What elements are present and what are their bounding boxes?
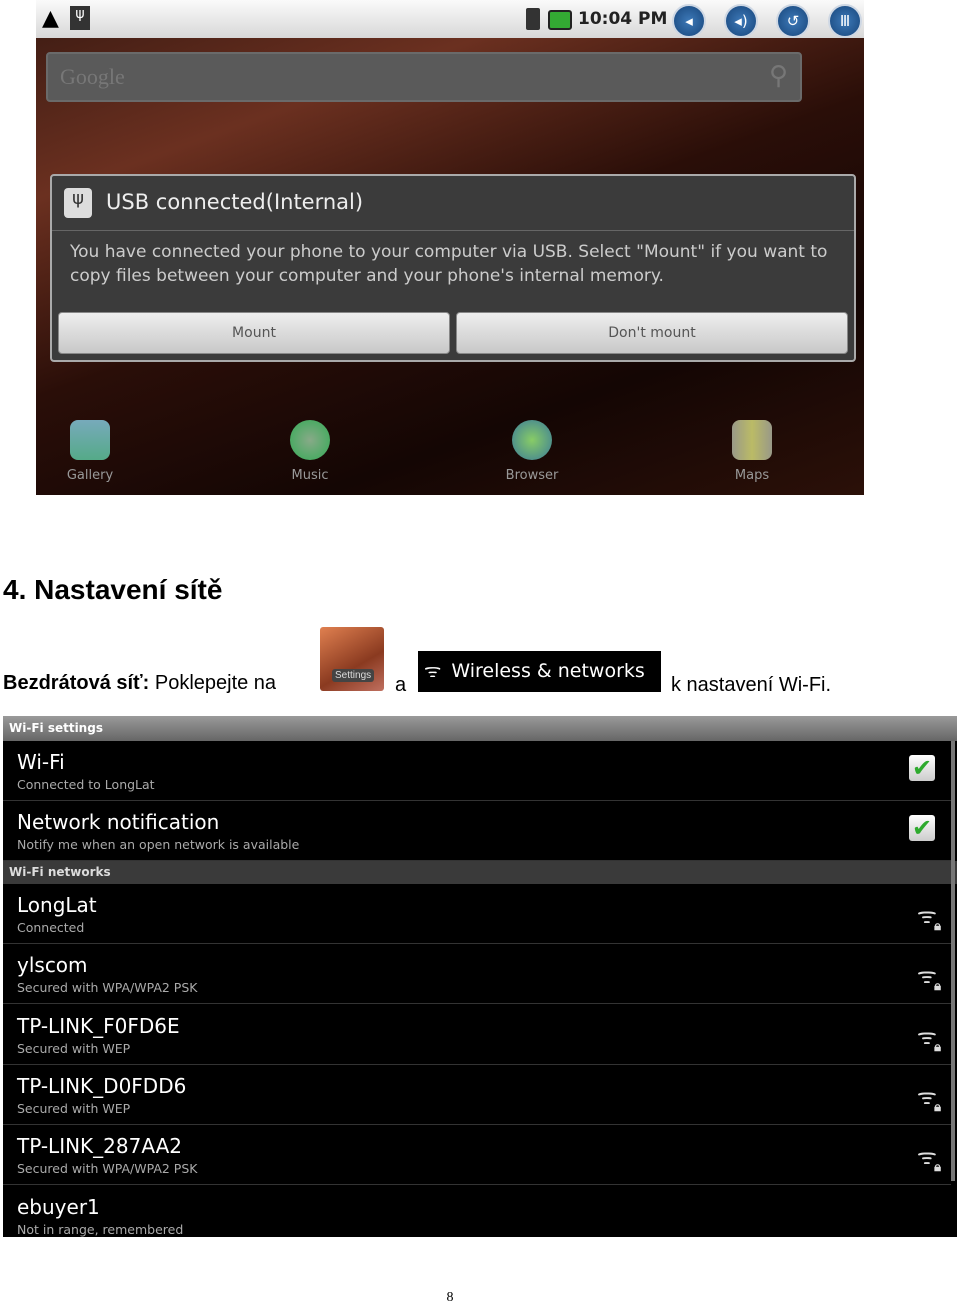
wifi-networks-header: Wi-Fi networks [3, 861, 957, 884]
search-icon[interactable]: ⚲ [769, 60, 788, 91]
wifi-lock-icon: ᯤ 🔒︎ [916, 1084, 941, 1115]
wifi-checkbox[interactable]: ✔ [909, 755, 935, 781]
app-maps[interactable]: Maps [712, 420, 792, 483]
status-bar: ▲ ψ 10:04 PM ◂ ◂) ↺ Ⅲ [36, 0, 864, 38]
browser-icon [512, 420, 552, 460]
wifi-lock-icon: ᯤ 🔒︎ [916, 1145, 941, 1176]
notification-checkbox[interactable]: ✔ [909, 815, 935, 841]
wifi-lock-icon: ᯤ 🔒︎ [916, 904, 941, 934]
network-notification-row[interactable]: Network notification Notify me when an op… [3, 801, 951, 861]
app-gallery[interactable]: Gallery [50, 420, 130, 483]
usb-icon: ψ [70, 6, 90, 30]
volume-down-icon[interactable]: ◂ [672, 4, 706, 38]
clock: 10:04 PM [578, 9, 668, 29]
scrollbar[interactable] [951, 741, 955, 1181]
wifi-icon: ᯤ [424, 660, 442, 682]
page-number: 8 [446, 1290, 454, 1305]
usb-icon: ψ [64, 188, 92, 218]
search-placeholder: Google [60, 64, 125, 89]
dont-mount-button[interactable]: Don't mount [456, 312, 848, 354]
network-row[interactable]: TP-LINK_F0FD6E Secured with WEP ᯤ 🔒︎ [3, 1005, 951, 1065]
usb-dialog-screenshot: ▲ ψ 10:04 PM ◂ ◂) ↺ Ⅲ Google ⚲ ψ USB con… [36, 0, 864, 495]
maps-icon [732, 420, 772, 460]
dialog-message: You have connected your phone to your co… [70, 242, 828, 286]
app-browser[interactable]: Browser [492, 420, 572, 483]
warning-icon: ▲ [42, 6, 59, 31]
network-row[interactable]: TP-LINK_287AA2 Secured with WPA/WPA2 PSK ᯤ… [3, 1125, 951, 1186]
dialog-title: USB connected(Internal) [106, 190, 364, 214]
wifi-settings-screenshot: Wi-Fi settings Wi-Fi Connected to LongLat… [3, 716, 957, 1237]
search-bar[interactable]: Google ⚲ [46, 52, 802, 102]
network-row[interactable]: ebuyer1 Not in range, remembered [3, 1186, 951, 1238]
wifi-status-icon [526, 8, 540, 30]
app-music[interactable]: Music [270, 420, 350, 483]
volume-up-icon[interactable]: ◂) [724, 4, 758, 38]
network-row[interactable]: TP-LINK_D0FDD6 Secured with WEP ᯤ 🔒︎ [3, 1065, 951, 1125]
mount-button[interactable]: Mount [58, 312, 450, 354]
network-row[interactable]: LongLat Connected ᯤ 🔒︎ [3, 884, 951, 944]
usb-dialog: ψ USB connected(Internal) You have conne… [50, 174, 856, 362]
instruction-paragraph: Bezdrátová síť: Poklepejte na [3, 672, 277, 694]
wifi-toggle-row[interactable]: Wi-Fi Connected to LongLat ✔ [3, 741, 951, 801]
wifi-lock-icon: ᯤ 🔒︎ [916, 1024, 941, 1055]
gallery-icon [70, 420, 110, 460]
wifi-settings-header: Wi-Fi settings [3, 716, 957, 741]
home-icon[interactable]: Ⅲ [828, 4, 862, 38]
settings-icon: Settings [320, 627, 384, 691]
back-icon[interactable]: ↺ [776, 4, 810, 38]
section-heading: 4. Nastavení sítě [3, 574, 223, 605]
network-row[interactable]: ylscom Secured with WPA/WPA2 PSK ᯤ 🔒︎ [3, 944, 951, 1005]
battery-icon [548, 10, 572, 30]
wireless-networks-item: ᯤ Wireless & networks [418, 651, 661, 692]
wifi-lock-icon: ᯤ 🔒︎ [916, 964, 941, 995]
music-icon [290, 420, 330, 460]
